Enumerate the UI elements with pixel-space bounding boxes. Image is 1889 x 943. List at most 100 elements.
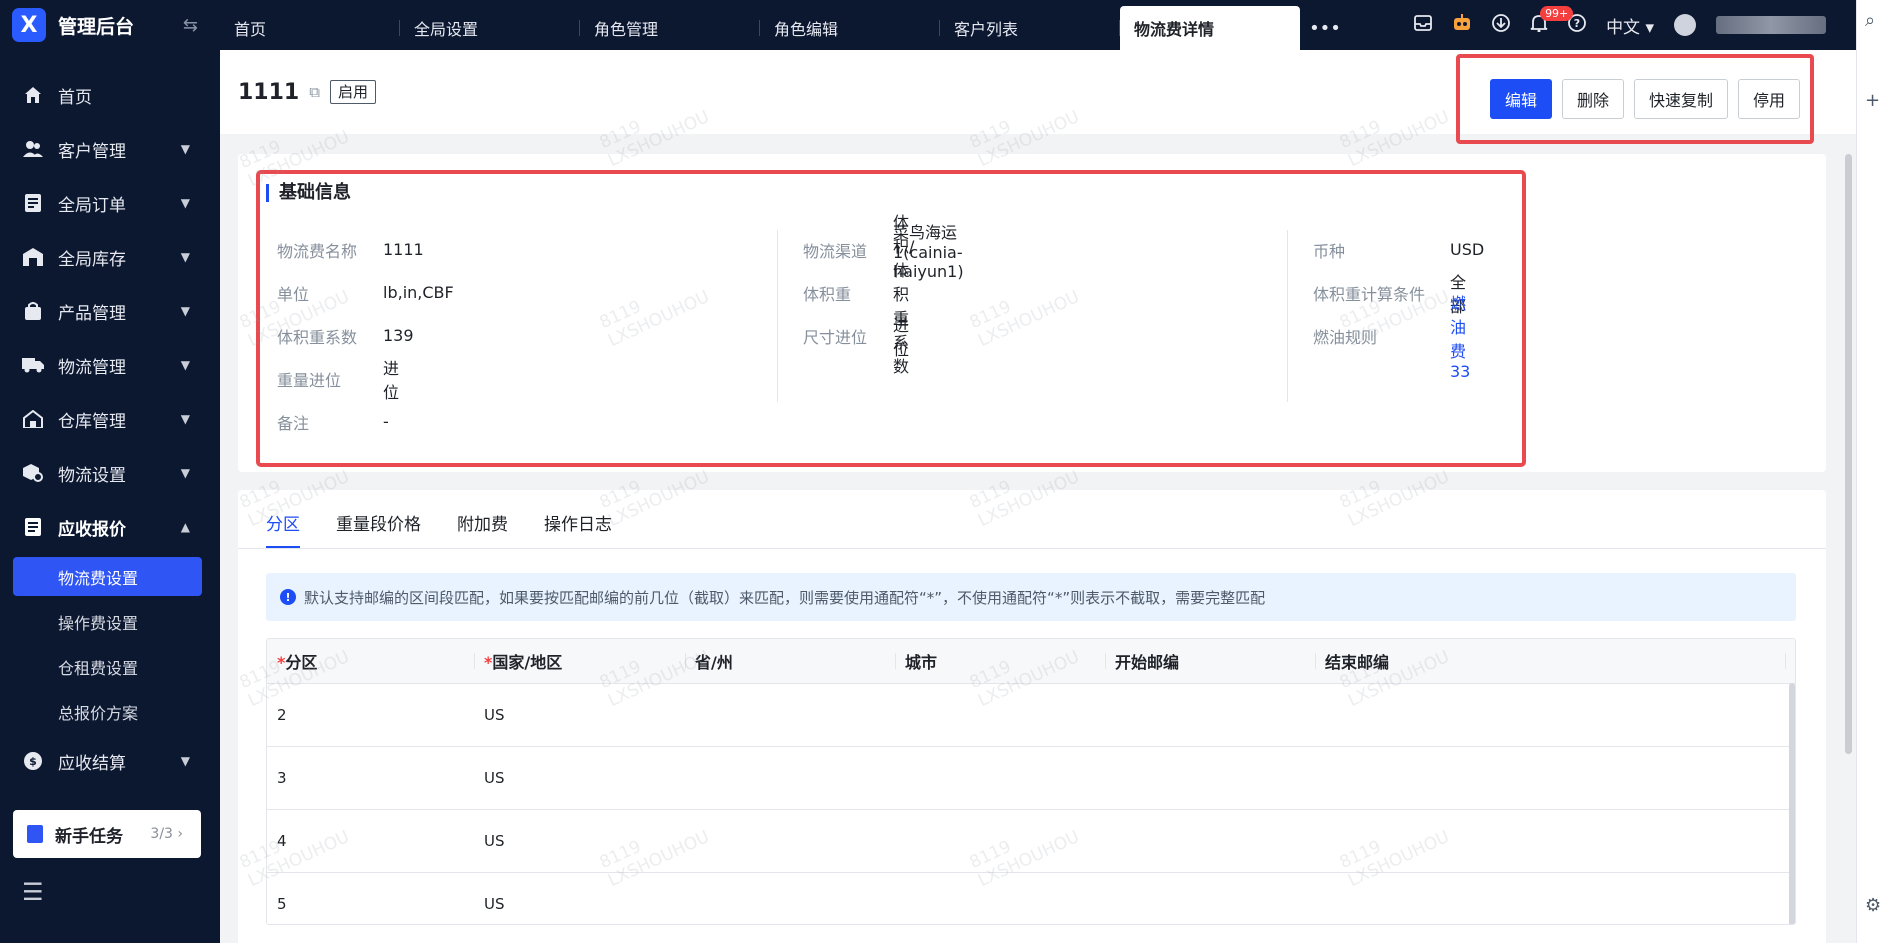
logo-icon: X bbox=[12, 8, 46, 42]
task-icon bbox=[27, 825, 43, 843]
page-header: 1111 ⧉ 启用 编辑 删除 快速复制 停用 bbox=[220, 50, 1856, 144]
sidebar-item-warehouse[interactable]: 仓库管理 ▼ bbox=[0, 392, 220, 446]
info-column-1: 物流费名称 1111 单位 lb,in,CBF 体积重系数 139 重量进位 进位 备注… bbox=[277, 228, 454, 443]
sidebar-subitem-logistics-fee[interactable]: 物流费设置 bbox=[13, 557, 202, 596]
copy-icon[interactable]: ⧉ bbox=[309, 83, 320, 101]
sidebar: X 管理后台 ⇆ 首页 客户管理 ▼ 全局订单 ▼ 全局库存 ▼ 产品管理 ▼ bbox=[0, 0, 220, 943]
sidebar-subitem-storage-fee[interactable]: 仓租费设置 bbox=[0, 644, 220, 689]
tab-surcharge[interactable]: 附加费 bbox=[457, 510, 508, 548]
sidebar-item-inventory[interactable]: 全局库存 ▼ bbox=[0, 230, 220, 284]
bell-icon[interactable]: 99+ bbox=[1530, 5, 1574, 37]
column-header-country: *国家/地区 bbox=[484, 653, 563, 672]
tab-home[interactable]: 首页 bbox=[220, 6, 400, 50]
chevron-down-icon: ▼ bbox=[180, 466, 190, 480]
order-icon bbox=[22, 192, 44, 214]
quick-copy-button[interactable]: 快速复制 bbox=[1633, 79, 1728, 119]
sidebar-item-label: 物流管理 bbox=[58, 357, 126, 378]
action-group: 编辑 删除 快速复制 停用 bbox=[1456, 54, 1814, 144]
sidebar-item-receivable-settlement[interactable]: $ 应收结算 ▼ bbox=[0, 734, 220, 788]
chevron-down-icon: ▼ bbox=[180, 358, 190, 372]
task-label: 新手任务 bbox=[55, 826, 123, 847]
sidebar-subitem-operation-fee[interactable]: 操作费设置 bbox=[0, 599, 220, 644]
more-tabs-icon[interactable]: ••• bbox=[1300, 6, 1350, 50]
sidebar-item-products[interactable]: 产品管理 ▼ bbox=[0, 284, 220, 338]
notice-text: 默认支持邮编的区间段匹配，如果要按匹配邮编的前几位（截取）来匹配，则需要使用通配… bbox=[304, 588, 1266, 607]
tab-weight-price[interactable]: 重量段价格 bbox=[336, 510, 421, 548]
table-row: 3 US bbox=[267, 746, 1795, 809]
table-header: *分区 *国家/地区 省/州 城市 开始邮编 结束邮编 bbox=[267, 639, 1795, 683]
swap-icon[interactable]: ⇆ bbox=[183, 15, 198, 36]
topbar-actions: 99+ ? 中文 ▾ bbox=[1414, 0, 1826, 50]
sidebar-item-orders[interactable]: 全局订单 ▼ bbox=[0, 176, 220, 230]
section-title: 基础信息 bbox=[266, 184, 351, 202]
info-column-3: 币种 USD 体积重计算条件 全部 燃油规则 燃油费33 bbox=[1313, 228, 1485, 381]
info-column-2: 物流渠道 菜鸟海运1(cainia-haiyun1) 体积重 体积/体积重系数 尺寸… bbox=[803, 212, 964, 376]
info-row: 物流渠道 菜鸟海运1(cainia-haiyun1) bbox=[803, 222, 964, 281]
inbox-icon[interactable] bbox=[1414, 14, 1432, 37]
sidebar-item-label: 应收报价 bbox=[58, 519, 126, 540]
tab-customer-list[interactable]: 客户列表 bbox=[940, 6, 1120, 50]
sidebar-menu: 首页 客户管理 ▼ 全局订单 ▼ 全局库存 ▼ 产品管理 ▼ 物流管理 ▼ 仓库… bbox=[0, 68, 220, 788]
page-title: 1111 bbox=[238, 79, 300, 105]
tab-logistics-fee-detail[interactable]: 物流费详情 bbox=[1120, 6, 1300, 50]
table-scrollbar[interactable] bbox=[1789, 683, 1795, 924]
info-row: 币种 USD bbox=[1313, 240, 1485, 261]
beginner-task-card[interactable]: 新手任务 3/3 › bbox=[13, 810, 201, 858]
top-tab-bar: 首页 全局设置 角色管理 角色编辑 客户列表 物流费详情 ••• 99+ ? 中… bbox=[220, 0, 1856, 50]
edit-button[interactable]: 编辑 bbox=[1489, 79, 1552, 119]
sidebar-subitem-total-quote[interactable]: 总报价方案 bbox=[0, 689, 220, 734]
sidebar-item-label: 物流设置 bbox=[58, 465, 126, 486]
delete-button[interactable]: 删除 bbox=[1561, 79, 1624, 119]
divider bbox=[238, 548, 1826, 549]
sidebar-item-logistics[interactable]: 物流管理 ▼ bbox=[0, 338, 220, 392]
info-row: 单位 lb,in,CBF bbox=[277, 283, 454, 304]
disable-button[interactable]: 停用 bbox=[1737, 79, 1800, 119]
info-row: 燃油规则 燃油费33 bbox=[1313, 294, 1470, 381]
sidebar-item-label: 客户管理 bbox=[58, 141, 126, 162]
sidebar-item-label: 全局订单 bbox=[58, 195, 126, 216]
sidebar-item-label: 应收结算 bbox=[58, 753, 126, 774]
search-icon[interactable]: ⌕ bbox=[1865, 10, 1875, 31]
info-row: 体积重 体积/体积重系数 bbox=[803, 212, 915, 376]
info-row: 物流费名称 1111 bbox=[277, 240, 424, 261]
chevron-down-icon: ▼ bbox=[180, 412, 190, 426]
plus-icon[interactable]: + bbox=[1865, 90, 1880, 111]
tab-role-management[interactable]: 角色管理 bbox=[580, 6, 760, 50]
column-header-city: 城市 bbox=[905, 653, 938, 672]
svg-text:?: ? bbox=[1574, 17, 1580, 30]
language-select[interactable]: 中文 ▾ bbox=[1606, 13, 1654, 38]
tab-operation-log[interactable]: 操作日志 bbox=[544, 510, 612, 548]
sidebar-item-label: 首页 bbox=[58, 87, 92, 108]
tab-zone[interactable]: 分区 bbox=[266, 510, 300, 548]
sidebar-item-label: 产品管理 bbox=[58, 303, 126, 324]
gear-icon[interactable]: ⚙ bbox=[1865, 895, 1881, 916]
zone-table: *分区 *国家/地区 省/州 城市 开始邮编 结束邮编 2 US 3 US 4 US … bbox=[266, 638, 1796, 925]
bag-icon bbox=[22, 300, 44, 322]
tab-global-settings[interactable]: 全局设置 bbox=[400, 6, 580, 50]
sidebar-item-home[interactable]: 首页 bbox=[0, 68, 220, 122]
main-content: 1111 ⧉ 启用 编辑 删除 快速复制 停用 基础信息 物流费名称 1111 单… bbox=[220, 50, 1856, 943]
sidebar-item-customers[interactable]: 客户管理 ▼ bbox=[0, 122, 220, 176]
table-row: 2 US bbox=[267, 683, 1795, 746]
user-name-blurred[interactable] bbox=[1716, 16, 1826, 34]
download-icon[interactable] bbox=[1492, 13, 1510, 37]
robot-icon[interactable] bbox=[1452, 13, 1472, 37]
avatar[interactable] bbox=[1674, 14, 1696, 36]
status-badge: 启用 bbox=[329, 80, 376, 104]
chevron-down-icon: ▼ bbox=[180, 142, 190, 156]
menu-collapse-icon[interactable]: ☰ bbox=[22, 878, 44, 906]
house-icon bbox=[22, 408, 44, 430]
chevron-up-icon: ▲ bbox=[180, 520, 190, 534]
box-gear-icon bbox=[22, 462, 44, 484]
tab-role-edit[interactable]: 角色编辑 bbox=[760, 6, 940, 50]
dollar-icon: $ bbox=[22, 750, 44, 772]
sidebar-item-receivable-quote[interactable]: 应收报价 ▲ bbox=[0, 500, 220, 554]
column-header-province: 省/州 bbox=[695, 653, 733, 672]
brand-title: 管理后台 bbox=[58, 15, 135, 38]
fuel-rule-link[interactable]: 燃油费33 bbox=[1450, 290, 1470, 381]
warehouse-icon bbox=[22, 246, 44, 268]
page-scrollbar[interactable] bbox=[1845, 154, 1852, 754]
info-notice: ! 默认支持邮编的区间段匹配，如果要按匹配邮编的前几位（截取）来匹配，则需要使用… bbox=[266, 573, 1796, 621]
sidebar-item-logistics-settings[interactable]: 物流设置 ▼ bbox=[0, 446, 220, 500]
table-row: 5 US bbox=[267, 872, 1795, 924]
